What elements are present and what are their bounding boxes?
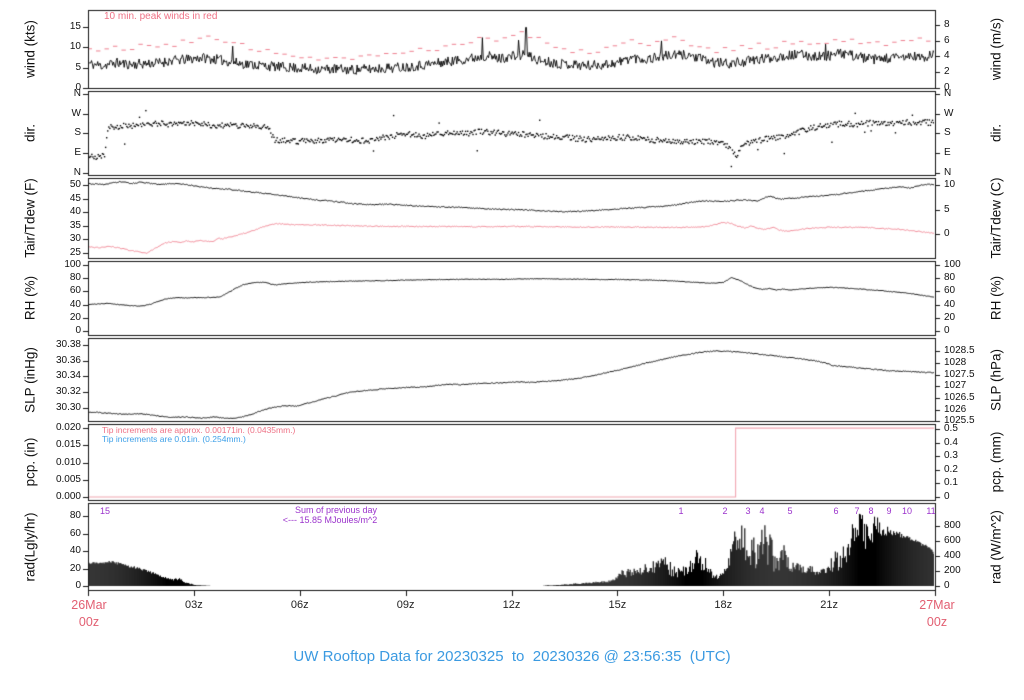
tick-label-right-rad: 800 xyxy=(944,520,961,531)
tick-label-left-slp: 30.36 xyxy=(55,355,81,366)
annotation-rad: 11 xyxy=(926,506,936,516)
axis-title-right-rad: rad (W/m^2) xyxy=(988,509,1004,584)
tick-label-left-dir: N xyxy=(73,167,81,178)
tick-label-left-pcp: 0.015 xyxy=(55,439,81,450)
tick-label-right-wind: 4 xyxy=(944,50,950,61)
x-tick-label: 15z xyxy=(608,599,627,611)
tick-label-left-tair-tdew: 25 xyxy=(69,247,81,258)
axis-title-right-dir: dir. xyxy=(988,123,1004,143)
tick-label-right-rh: 80 xyxy=(944,272,956,283)
axis-title-right-tair-tdew: Tair/Tdew (C) xyxy=(988,177,1004,259)
tick-label-right-pcp: 0.5 xyxy=(944,423,958,434)
annotation-wind: 10 min. peak winds in red xyxy=(104,11,218,22)
tick-label-left-wind: 15 xyxy=(69,21,81,32)
x-end-hour: 00z xyxy=(926,615,948,629)
tick-label-right-rh: 20 xyxy=(944,312,956,323)
axis-title-right-rh: RH (%) xyxy=(988,275,1004,321)
tick-label-right-tair-tdew: 5 xyxy=(944,204,950,215)
tick-label-right-pcp: 0 xyxy=(944,491,950,502)
tick-label-left-tair-tdew: 50 xyxy=(69,179,81,190)
tick-label-left-rad: 60 xyxy=(69,528,81,539)
tick-label-left-rad: 0 xyxy=(75,580,81,591)
tick-label-right-pcp: 0.2 xyxy=(944,464,958,475)
tick-label-right-rad: 0 xyxy=(944,580,950,591)
chart-canvas xyxy=(0,0,1024,700)
tick-label-right-wind: 6 xyxy=(944,35,950,46)
tick-label-right-slp: 1026.5 xyxy=(944,392,975,403)
tick-label-left-pcp: 0.020 xyxy=(55,422,81,433)
tick-label-left-rh: 80 xyxy=(69,272,81,283)
x-end-date: 27Mar xyxy=(919,598,955,612)
tick-label-right-pcp: 0.3 xyxy=(944,450,958,461)
axis-title-right-pcp: pcp. (mm) xyxy=(988,431,1004,493)
tick-label-left-dir: W xyxy=(71,108,81,119)
tick-label-left-slp: 30.30 xyxy=(55,402,81,413)
tick-label-left-wind: 5 xyxy=(75,62,81,73)
tick-label-left-slp: 30.32 xyxy=(55,386,81,397)
tick-label-right-slp: 1028 xyxy=(944,357,967,368)
tick-label-right-slp: 1027.5 xyxy=(944,369,975,380)
x-tick-label: 18z xyxy=(714,599,733,611)
tick-label-right-rad: 400 xyxy=(944,550,961,561)
tick-label-right-tair-tdew: 10 xyxy=(944,179,956,190)
tick-label-left-rad: 40 xyxy=(69,545,81,556)
x-tick-label: 12z xyxy=(502,599,521,611)
tick-label-left-pcp: 0.005 xyxy=(55,474,81,485)
tick-label-left-dir: N xyxy=(73,88,81,99)
tick-label-right-slp: 1027 xyxy=(944,380,967,391)
tick-label-left-pcp: 0.010 xyxy=(55,457,81,468)
tick-label-right-rad: 200 xyxy=(944,565,961,576)
tick-label-left-tair-tdew: 40 xyxy=(69,206,81,217)
tick-label-right-tair-tdew: 0 xyxy=(944,228,950,239)
annotation-rad: <--- 15.85 MJoules/m^2 xyxy=(282,515,378,525)
tick-label-left-pcp: 0.000 xyxy=(55,491,81,502)
tick-label-right-dir: N xyxy=(944,167,952,178)
axis-title-left-tair-tdew: Tair/Tdew (F) xyxy=(22,178,38,258)
tick-label-left-rh: 0 xyxy=(75,325,81,336)
tick-label-right-wind: 2 xyxy=(944,66,950,77)
tick-label-left-rh: 100 xyxy=(64,259,81,270)
axis-title-right-wind: wind (m/s) xyxy=(988,17,1004,81)
tick-label-left-wind: 10 xyxy=(69,41,81,52)
tick-label-left-slp: 30.34 xyxy=(55,370,81,381)
tick-label-left-tair-tdew: 45 xyxy=(69,193,81,204)
tick-label-right-dir: S xyxy=(944,127,951,138)
annotation-rad: Sum of previous day xyxy=(294,505,378,515)
tick-label-left-rh: 60 xyxy=(69,285,81,296)
tick-label-left-slp: 30.38 xyxy=(55,339,81,350)
weather-plot-page: wind (kts) wind (m/s) 0 5 10 15 0 2 4 6 8 10 min. p… xyxy=(0,0,1024,700)
x-tick-label: 03z xyxy=(185,599,203,611)
tick-label-right-rh: 100 xyxy=(944,259,961,270)
tick-label-left-dir: E xyxy=(74,147,81,158)
tick-label-left-rad: 20 xyxy=(69,563,81,574)
x-tick-label: 06z xyxy=(290,599,309,611)
x-start-date: 26Mar xyxy=(71,598,107,612)
x-tick-label: 09z xyxy=(396,599,415,611)
tick-label-right-pcp: 0.4 xyxy=(944,437,958,448)
tick-label-right-rh: 0 xyxy=(944,325,950,336)
x-start-hour: 00z xyxy=(78,615,100,629)
tick-label-right-rad: 600 xyxy=(944,535,961,546)
tick-label-left-dir: S xyxy=(74,127,81,138)
tick-label-right-slp: 1026 xyxy=(944,404,967,415)
tick-label-right-rh: 40 xyxy=(944,299,956,310)
tick-label-right-wind: 8 xyxy=(944,19,950,30)
tick-label-left-rh: 40 xyxy=(69,299,81,310)
tick-label-right-pcp: 0.1 xyxy=(944,477,958,488)
tick-label-right-slp: 1028.5 xyxy=(944,345,975,356)
tick-label-right-dir: N xyxy=(944,88,952,99)
page-title: UW Rooftop Data for 20230325 to 20230326… xyxy=(293,648,731,665)
tick-label-left-rh: 20 xyxy=(69,312,81,323)
tick-label-left-tair-tdew: 35 xyxy=(69,220,81,231)
tick-label-left-tair-tdew: 30 xyxy=(69,233,81,244)
x-tick-label: 21z xyxy=(820,599,838,611)
annotation-pcp: Tip increments are 0.01in. (0.254mm.) xyxy=(102,434,246,444)
axis-title-right-slp: SLP (hPa) xyxy=(988,348,1004,411)
tick-label-right-rh: 60 xyxy=(944,285,956,296)
tick-label-right-dir: W xyxy=(944,108,954,119)
tick-label-right-dir: E xyxy=(944,147,951,158)
annotation-rad: 15 xyxy=(99,506,110,516)
